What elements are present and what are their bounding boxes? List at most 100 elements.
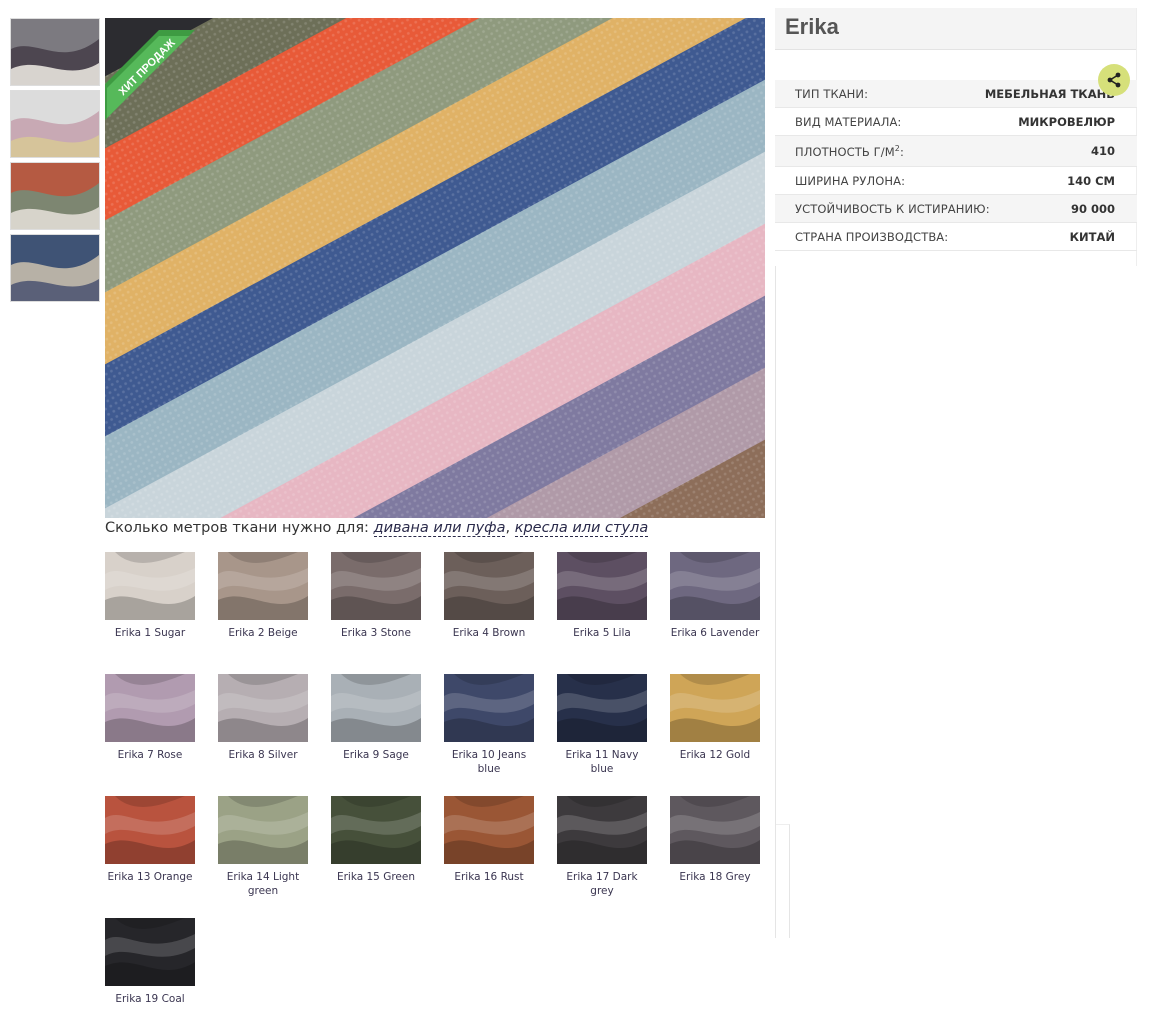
color-swatch[interactable]: Erika 16 Rust [444,796,534,884]
swatch-image [557,552,647,620]
swatch-image [218,674,308,742]
swatch-image [105,674,195,742]
swatch-image [444,674,534,742]
swatch-image [444,796,534,864]
color-swatch[interactable]: Erika 7 Rose [105,674,195,762]
spec-key: УСТОЙЧИВОСТЬ К ИСТИРАНИЮ: [795,202,990,216]
swatch-image [105,918,195,986]
swatch-label: Erika 6 Lavender [670,627,760,639]
specs-table: ТИП ТКАНИ: МЕБЕЛЬНАЯ ТКАНЬ ВИД МАТЕРИАЛА: М… [775,80,1137,251]
swatch-label: Erika 13 Orange [107,871,193,883]
swatch-image [105,796,195,864]
spec-value: 140 СМ [1067,173,1115,188]
color-swatch[interactable]: Erika 17 Dark grey [557,796,647,898]
main-product-image[interactable]: ХИТ ПРОДАЖ [105,18,765,518]
spec-key: ШИРИНА РУЛОНА: [795,174,905,188]
spec-row: ПЛОТНОСТЬ Г/М2: 410 [775,136,1137,167]
swatch-label: Erika 5 Lila [573,627,631,639]
fabric-calculator-line: Сколько метров ткани нужно для: дивана и… [105,520,649,537]
color-swatch[interactable]: Erika 18 Grey [670,796,760,884]
spec-row: ВИД МАТЕРИАЛА: МИКРОВЕЛЮР [775,108,1137,136]
color-swatch[interactable]: Erika 10 Jeans blue [444,674,534,776]
swatch-label: Erika 1 Sugar [114,627,186,639]
thumbnail-list [10,18,100,306]
swatch-label: Erika 4 Brown [452,627,526,639]
spec-key: ТИП ТКАНИ: [795,87,868,101]
spec-row: ШИРИНА РУЛОНА: 140 СМ [775,167,1137,195]
swatch-image [670,796,760,864]
swatch-label: Erika 12 Gold [679,749,751,761]
product-title: Erika [785,14,839,39]
color-swatch[interactable]: Erika 12 Gold [670,674,760,762]
spec-key-text: ТИП ТКАНИ: [795,86,869,101]
color-swatch[interactable]: Erika 5 Lila [557,552,647,640]
thumbnail-image [11,91,99,157]
thumbnail-image [11,235,99,301]
color-swatch[interactable]: Erika 14 Light green [218,796,308,898]
calculator-prefix: Сколько метров ткани нужно для: [105,520,369,536]
spec-value: МИКРОВЕЛЮР [1018,114,1115,129]
swatch-image [218,552,308,620]
color-swatch[interactable]: Erika 6 Lavender [670,552,760,640]
swatch-label: Erika 10 Jeans blue [451,749,527,775]
color-swatch[interactable]: Erika 15 Green [331,796,421,884]
spec-key: СТРАНА ПРОИЗВОДСТВА: [795,230,948,244]
spec-row: УСТОЙЧИВОСТЬ К ИСТИРАНИЮ: 90 000 [775,195,1137,223]
thumbnail-2[interactable] [10,90,100,158]
swatch-image [670,674,760,742]
swatch-label: Erika 16 Rust [454,871,524,883]
product-info-panel: Erika ТИП ТКАНИ: МЕБЕЛЬНАЯ ТКАНЬ ВИД МАТЕР… [775,8,1137,266]
spec-key-text: ШИРИНА РУЛОНА: [795,173,906,188]
swatch-image [218,796,308,864]
share-button[interactable] [1098,64,1130,96]
spec-value: 410 [1090,144,1115,158]
chair-calc-link[interactable]: кресла или стула [514,520,649,537]
spec-value: 90 000 [1070,201,1115,216]
thumbnail-3[interactable] [10,162,100,230]
swatch-image [331,674,421,742]
spec-row: СТРАНА ПРОИЗВОДСТВА: КИТАЙ [775,223,1137,251]
color-swatch[interactable]: Erika 8 Silver [218,674,308,762]
color-swatch[interactable]: Erika 11 Navy blue [557,674,647,776]
swatch-image [557,796,647,864]
swatch-label: Erika 3 Stone [341,627,411,639]
spec-key-text: ВИД МАТЕРИАЛА: [795,114,902,129]
spec-key-text: УСТОЙЧИВОСТЬ К ИСТИРАНИЮ: [795,201,990,216]
thumbnail-1[interactable] [10,18,100,86]
swatch-image [557,674,647,742]
spec-row: ТИП ТКАНИ: МЕБЕЛЬНАЯ ТКАНЬ [775,80,1137,108]
swatch-image [670,552,760,620]
sofa-calc-link[interactable]: дивана или пуфа [373,520,506,537]
color-swatch[interactable]: Erika 9 Sage [331,674,421,762]
spec-key: ПЛОТНОСТЬ Г/М2: [795,144,904,159]
swatch-image [444,552,534,620]
swatch-label: Erika 17 Dark grey [566,871,638,897]
swatch-label: Erika 15 Green [336,871,416,883]
color-swatch[interactable]: Erika 19 Coal [105,918,195,1006]
thumbnail-image [11,163,99,229]
swatch-image [105,552,195,620]
color-swatch[interactable]: Erika 2 Beige [218,552,308,640]
spec-value: МЕБЕЛЬНАЯ ТКАНЬ [984,86,1115,101]
spec-key: ВИД МАТЕРИАЛА: [795,115,901,129]
calc-separator: , [505,520,511,536]
thumbnail-4[interactable] [10,234,100,302]
color-swatch[interactable]: Erika 1 Sugar [105,552,195,640]
spec-key-tail: : [899,144,904,159]
swatch-label: Erika 11 Navy blue [565,749,639,775]
swatch-label: Erika 2 Beige [228,627,298,639]
spec-key-text: СТРАНА ПРОИЗВОДСТВА: [795,229,949,244]
product-title-bar: Erika [775,8,1136,50]
color-swatch[interactable]: Erika 4 Brown [444,552,534,640]
spec-value: КИТАЙ [1069,229,1115,244]
share-icon [1107,72,1121,88]
color-swatch[interactable]: Erika 13 Orange [105,796,195,884]
swatch-label: Erika 18 Grey [679,871,751,883]
spec-key-text: ПЛОТНОСТЬ Г/М [795,144,895,159]
swatch-label: Erika 9 Sage [343,749,409,761]
swatch-label: Erika 14 Light green [226,871,300,897]
swatch-label: Erika 19 Coal [115,993,185,1005]
color-swatch[interactable]: Erika 3 Stone [331,552,421,640]
swatch-label: Erika 8 Silver [228,749,298,761]
fabric-stack-image [105,18,765,518]
